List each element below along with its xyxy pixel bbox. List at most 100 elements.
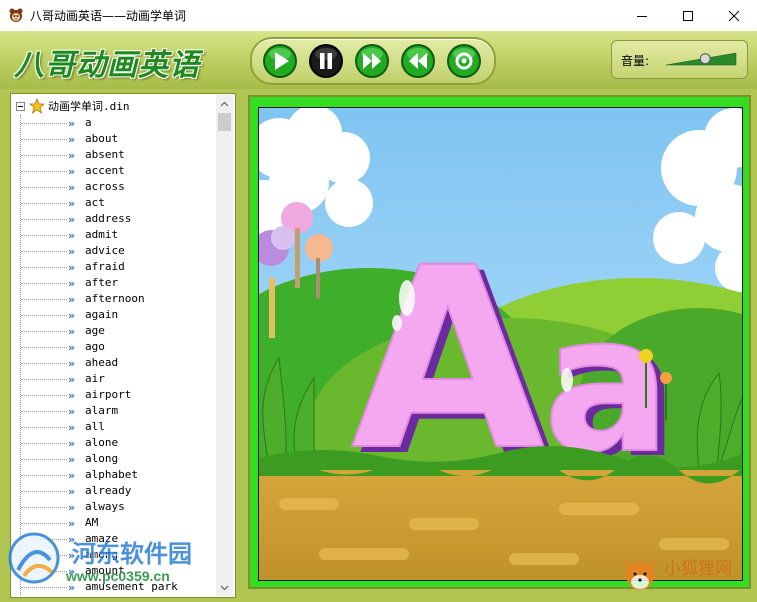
word-label: admit (85, 228, 119, 241)
double-chevron-icon: » (68, 437, 75, 450)
word-item[interactable]: » alone (12, 435, 217, 451)
word-label: always (85, 500, 125, 513)
word-label: a (85, 116, 92, 129)
tree-branch-line (21, 507, 67, 508)
tree-branch-line (21, 203, 67, 204)
tree-branch-line (21, 283, 67, 284)
word-item[interactable]: » afraid (12, 259, 217, 275)
word-label: address (85, 212, 132, 225)
double-chevron-icon: » (68, 389, 75, 402)
word-item[interactable]: » airport (12, 387, 217, 403)
word-item[interactable]: » absent (12, 147, 217, 163)
tree-branch-line (21, 411, 67, 412)
word-label: air (85, 372, 105, 385)
word-item[interactable]: » all (12, 419, 217, 435)
word-label: airport (85, 388, 132, 401)
maximize-icon (683, 10, 693, 21)
maximize-button[interactable] (665, 0, 711, 31)
word-item[interactable]: » already (12, 483, 217, 499)
word-item[interactable]: » again (12, 307, 217, 323)
word-tree-panel: 动画学单词.din » a» about» absent» accent» across»… (10, 93, 236, 598)
word-label: alarm (85, 404, 119, 417)
next-icon (355, 44, 389, 78)
double-chevron-icon: » (68, 117, 75, 130)
double-chevron-icon: » (68, 453, 75, 466)
tree-branch-line (21, 299, 67, 300)
word-item[interactable]: » admit (12, 227, 217, 243)
word-label: already (85, 484, 132, 497)
word-label: AM (85, 516, 99, 529)
pause-icon (309, 44, 343, 78)
animation-scene: A A a a (259, 108, 742, 580)
fox-icon (624, 558, 656, 590)
word-item[interactable]: » ago (12, 339, 217, 355)
word-item[interactable]: » air (12, 371, 217, 387)
word-item[interactable]: » always (12, 499, 217, 515)
volume-panel: 音量: (611, 40, 748, 79)
pause-button[interactable] (308, 43, 344, 79)
word-item[interactable]: » a (12, 115, 217, 131)
volume-slider[interactable] (664, 48, 740, 70)
tree-branch-line (21, 395, 67, 396)
playback-controls (250, 37, 496, 85)
collapse-toggle[interactable] (16, 101, 25, 111)
star-icon (29, 98, 45, 114)
double-chevron-icon: » (68, 165, 75, 178)
tree-root[interactable]: 动画学单词.din (16, 98, 130, 114)
watermark-pc0359: 河东软件园 www.pc0359.cn (6, 530, 206, 590)
scroll-thumb[interactable] (218, 113, 231, 131)
word-item[interactable]: » alphabet (12, 467, 217, 483)
tree-branch-line (21, 379, 67, 380)
word-item[interactable]: » age (12, 323, 217, 339)
word-item[interactable]: » across (12, 179, 217, 195)
word-item[interactable]: » address (12, 211, 217, 227)
tree-branch-line (21, 251, 67, 252)
double-chevron-icon: » (68, 373, 75, 386)
double-chevron-icon: » (68, 485, 75, 498)
next-button[interactable] (354, 43, 390, 79)
word-label: absent (85, 148, 125, 161)
double-chevron-icon: » (68, 229, 75, 242)
tree-scrollbar[interactable] (216, 95, 233, 596)
double-chevron-icon: » (68, 501, 75, 514)
word-item[interactable]: » alarm (12, 403, 217, 419)
word-item[interactable]: » afternoon (12, 291, 217, 307)
tree-branch-line (21, 315, 67, 316)
tree-branch-line (21, 491, 67, 492)
word-item[interactable]: » advice (12, 243, 217, 259)
close-icon (728, 10, 740, 21)
close-button[interactable] (711, 0, 757, 31)
chevron-down-icon (220, 585, 229, 590)
app-icon (9, 8, 23, 22)
word-item[interactable]: » about (12, 131, 217, 147)
double-chevron-icon: » (68, 357, 75, 370)
watermark-site2-name: 小狐狸网 (664, 559, 732, 579)
double-chevron-icon: » (68, 405, 75, 418)
word-item[interactable]: » act (12, 195, 217, 211)
app-logo: 八哥动画英语 (14, 48, 200, 83)
double-chevron-icon: » (68, 261, 75, 274)
scroll-down-button[interactable] (216, 579, 233, 596)
minimize-button[interactable] (619, 0, 665, 31)
word-item[interactable]: » after (12, 275, 217, 291)
volume-knob[interactable] (699, 53, 711, 65)
tree-branch-line (21, 427, 67, 428)
word-label: ahead (85, 356, 119, 369)
play-button[interactable] (262, 43, 298, 79)
word-item[interactable]: » along (12, 451, 217, 467)
chevron-up-icon (220, 101, 229, 106)
double-chevron-icon: » (68, 293, 75, 306)
word-item[interactable]: » ahead (12, 355, 217, 371)
double-chevron-icon: » (68, 469, 75, 482)
word-item[interactable]: » AM (12, 515, 217, 531)
previous-button[interactable] (400, 43, 436, 79)
stop-button[interactable] (446, 43, 482, 79)
scroll-up-button[interactable] (216, 95, 233, 112)
tree-branch-line (21, 139, 67, 140)
word-label: afraid (85, 260, 125, 273)
tree-branch-line (21, 443, 67, 444)
animation-view[interactable]: A A a a (258, 107, 743, 581)
tree-branch-line (21, 267, 67, 268)
word-item[interactable]: » accent (12, 163, 217, 179)
watermark-site-url: www.pc0359.cn (66, 568, 170, 584)
